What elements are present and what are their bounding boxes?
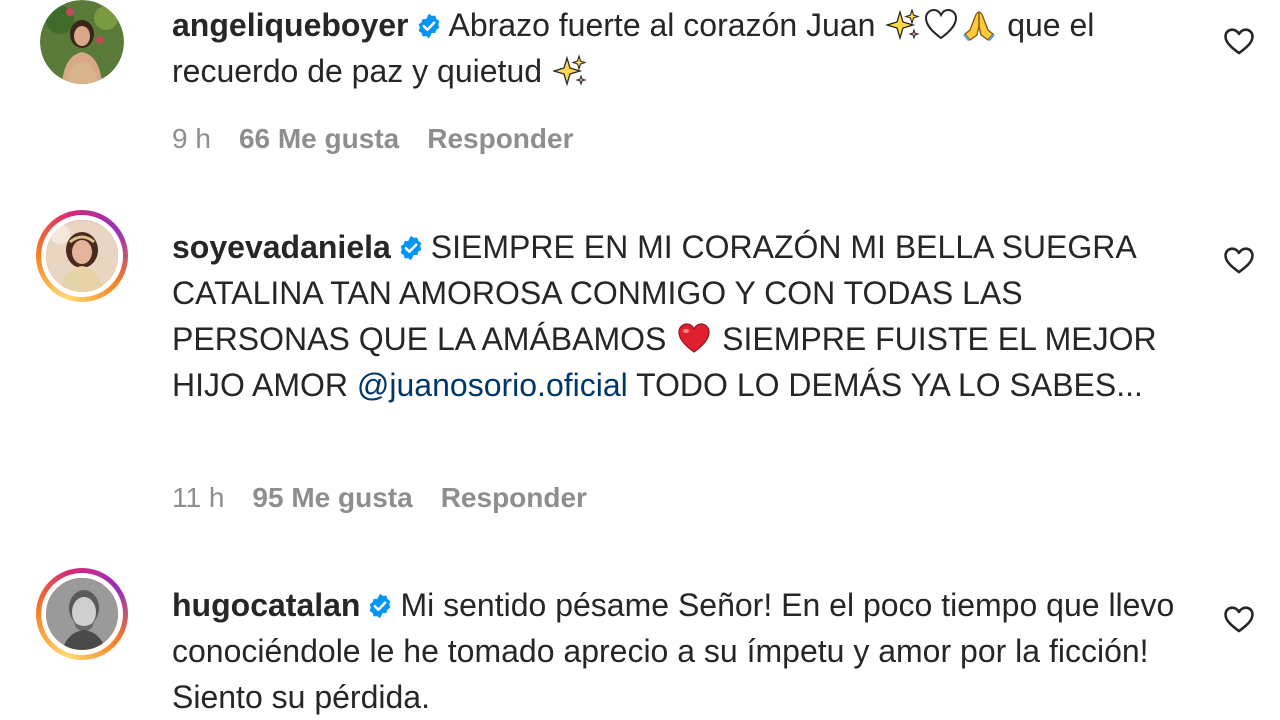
praying-hands-emoji (962, 8, 996, 42)
avatar-image (46, 578, 118, 650)
mention-link[interactable]: @juanosorio.oficial (357, 367, 628, 403)
comment-text: Abrazo fuerte al corazón Juan (448, 7, 876, 43)
comment-username[interactable]: soyevadaniela (172, 229, 391, 265)
reply-button[interactable]: Responder (441, 482, 587, 513)
sparkles-emoji (886, 8, 921, 42)
comment-username[interactable]: hugocatalan (172, 587, 360, 623)
comment-time[interactable]: 11 h (172, 482, 224, 513)
comment-time[interactable]: 9 h (172, 123, 211, 154)
avatar (41, 573, 123, 655)
comment-body: soyevadaniela SIEMPRE EN MI CORAZÓN MI BE… (172, 224, 1192, 408)
avatar-story-ring[interactable] (36, 210, 128, 302)
comment-username[interactable]: angeliqueboyer (172, 7, 409, 43)
comment-likes[interactable]: 66 Me gusta (239, 123, 399, 154)
sparkles-emoji (552, 54, 587, 88)
white-heart-emoji (924, 8, 958, 42)
heart-outline-icon[interactable] (1222, 243, 1256, 277)
comment-body: hugocatalan Mi sentido pésame Señor! En e… (172, 582, 1192, 720)
avatar-story-ring[interactable] (36, 568, 128, 660)
comment-meta: 11 h 95 Me gusta Responder (172, 481, 615, 515)
comment-text-end: TODO LO DEMÁS YA LO SABES... (636, 367, 1143, 403)
comment-likes[interactable]: 95 Me gusta (252, 482, 412, 513)
comment-meta: 9 h 66 Me gusta Responder (172, 122, 601, 156)
heart-outline-icon[interactable] (1222, 602, 1256, 636)
heart-outline-icon[interactable] (1222, 24, 1256, 58)
comment-body: angeliqueboyer Abrazo fuerte al corazón J… (172, 2, 1192, 94)
avatar-image (46, 220, 118, 292)
reply-button[interactable]: Responder (427, 123, 573, 154)
avatar-image (40, 0, 124, 84)
avatar[interactable] (40, 0, 124, 84)
verified-badge-icon (415, 12, 443, 40)
verified-badge-icon (366, 592, 394, 620)
red-heart-emoji (677, 322, 711, 356)
verified-badge-icon (397, 234, 425, 262)
avatar (41, 215, 123, 297)
